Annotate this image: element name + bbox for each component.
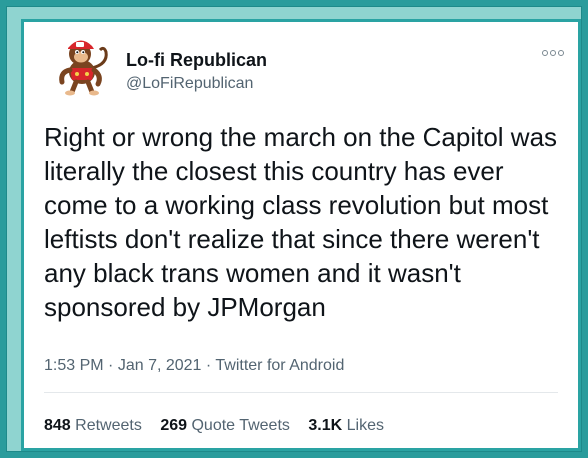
outer-frame: Lo-fi Republican @LoFiRepublican Right o…: [6, 6, 582, 452]
tweet-stats: 848 Retweets 269 Quote Tweets 3.1K Likes: [44, 417, 398, 435]
quote-tweets-count: 269: [160, 417, 188, 434]
tweet-meta: 1:53 PM · Jan 7, 2021 · Twitter for Andr…: [44, 357, 344, 375]
likes-stat[interactable]: 3.1K Likes: [308, 417, 384, 434]
tweet-time[interactable]: 1:53 PM: [44, 357, 104, 374]
tweet-text: Right or wrong the march on the Capitol …: [44, 122, 558, 322]
retweets-label: Retweets: [75, 417, 142, 434]
meta-separator: ·: [108, 357, 114, 374]
retweets-stat[interactable]: 848 Retweets: [44, 417, 142, 434]
likes-count: 3.1K: [308, 417, 343, 434]
tweet-source[interactable]: Twitter for Android: [215, 357, 344, 374]
quote-tweets-stat[interactable]: 269 Quote Tweets: [160, 417, 290, 434]
dot-icon: [558, 50, 564, 56]
dot-icon: [550, 50, 556, 56]
retweets-count: 848: [44, 417, 71, 434]
quote-tweets-label: Quote Tweets: [191, 417, 290, 434]
tweet-date[interactable]: Jan 7, 2021: [118, 357, 202, 374]
avatar[interactable]: [48, 34, 116, 96]
meta-separator: ·: [205, 357, 212, 374]
display-name[interactable]: Lo-fi Republican: [126, 50, 267, 71]
monkey-mascot-avatar-icon: [59, 40, 108, 96]
dot-icon: [542, 50, 548, 56]
likes-label: Likes: [346, 417, 384, 434]
divider: [44, 392, 558, 393]
user-handle[interactable]: @LoFiRepublican: [126, 75, 253, 93]
more-options-icon[interactable]: [542, 50, 564, 56]
tweet-card: Lo-fi Republican @LoFiRepublican Right o…: [21, 19, 581, 451]
